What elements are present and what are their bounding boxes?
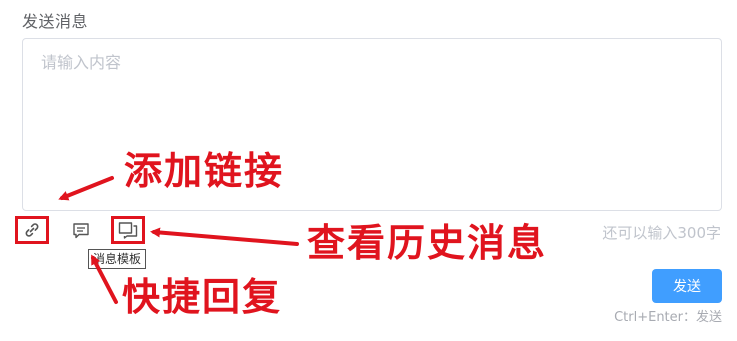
arrow-to-history — [150, 227, 299, 246]
arrow-to-template — [91, 254, 118, 304]
arrow-to-link — [58, 176, 114, 201]
annotation-arrows — [58, 176, 299, 304]
send-message-panel: 发送消息 请输入内容 消息模板 还可以输入300字 发送 Ctrl+Enter：… — [0, 0, 737, 341]
